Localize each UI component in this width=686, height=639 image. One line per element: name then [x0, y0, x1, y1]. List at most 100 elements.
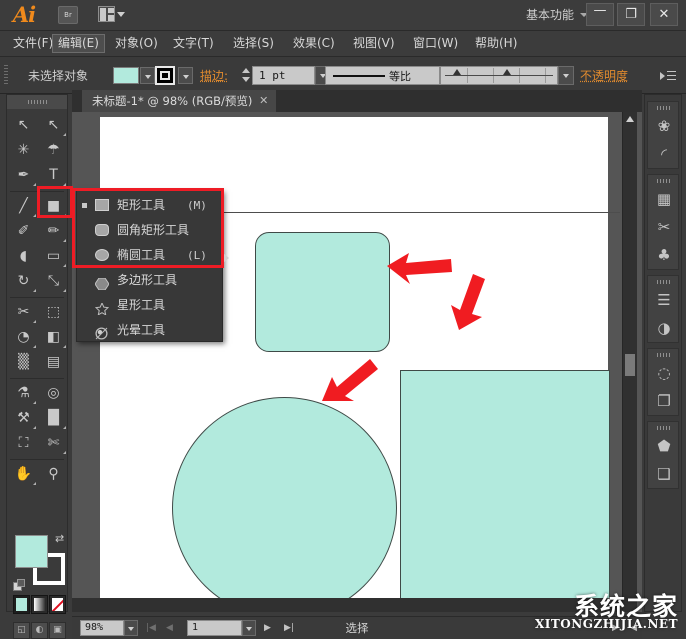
maximize-button[interactable]: ❐ — [617, 3, 645, 26]
color-fill-button[interactable] — [13, 595, 30, 614]
canvas-area[interactable] — [72, 112, 642, 612]
tool-eyedropper-tool[interactable]: ⚗ — [9, 381, 38, 406]
dock-group-grip[interactable] — [657, 179, 672, 183]
brushes-panel-icon[interactable]: ✂ — [651, 214, 677, 240]
tools-panel-header[interactable] — [7, 95, 67, 109]
width-profile-select[interactable] — [440, 66, 558, 85]
tool-eraser-tool[interactable]: ▭ — [39, 244, 68, 269]
stroke-color-dropdown[interactable] — [178, 67, 193, 84]
status-collapse-icon[interactable]: ◀ — [630, 623, 637, 633]
draw-behind-button[interactable]: ◐ — [31, 622, 48, 639]
graphic-styles-panel-icon[interactable]: ❐ — [651, 388, 677, 414]
menu-item-2[interactable]: 对象(O) — [110, 34, 163, 53]
menu-item-8[interactable]: 帮助(H) — [470, 34, 522, 53]
flyout-item-5[interactable]: 光晕工具 — [77, 318, 222, 343]
fill-indicator-swatch[interactable] — [15, 535, 48, 568]
dock-group-grip[interactable] — [657, 106, 672, 110]
prev-page-icon[interactable]: ◀ — [166, 623, 173, 633]
tool-slice-tool[interactable]: ✄ — [39, 431, 68, 456]
menu-item-0[interactable]: 文件(F) — [8, 34, 58, 53]
tool-shape-builder-tool[interactable]: ◔ — [9, 325, 38, 350]
tool-paintbrush-tool[interactable]: ✐ — [9, 219, 38, 244]
vertical-scrollbar[interactable] — [622, 112, 637, 612]
stroke-profile-select[interactable]: 等比 — [325, 66, 440, 85]
tool-blob-brush-tool[interactable]: ◖ — [9, 244, 38, 269]
stroke-color-swatch[interactable] — [155, 66, 175, 85]
tool-direct-selection-tool[interactable]: ↖ — [39, 113, 68, 138]
page-dropdown[interactable] — [242, 620, 256, 636]
menu-item-6[interactable]: 视图(V) — [348, 34, 400, 53]
none-fill-button[interactable] — [49, 595, 66, 614]
vertical-scroll-thumb[interactable] — [625, 354, 635, 376]
width-profile-dropdown[interactable] — [558, 66, 574, 85]
scroll-up-icon[interactable] — [626, 116, 634, 122]
menu-item-3[interactable]: 文字(T) — [168, 34, 219, 53]
menu-item-7[interactable]: 窗口(W) — [408, 34, 463, 53]
tool-zoom-tool[interactable]: ⚲ — [39, 462, 68, 487]
shape-circle[interactable] — [172, 397, 397, 612]
arrange-documents-button[interactable] — [98, 6, 125, 24]
bridge-button[interactable]: Br — [58, 6, 78, 24]
flyout-item-3[interactable]: 多边形工具 — [77, 268, 222, 293]
control-bar-grip[interactable] — [4, 65, 8, 85]
tool-free-transform-tool[interactable]: ⬚ — [39, 300, 68, 325]
draw-normal-button[interactable]: ◱ — [13, 622, 30, 639]
fill-color-swatch[interactable] — [113, 67, 139, 84]
control-panel-menu-icon[interactable] — [660, 70, 676, 81]
tool-pencil-tool[interactable]: ✏ — [39, 219, 68, 244]
swap-fill-stroke-icon[interactable]: ⇄ — [55, 532, 64, 545]
tool-pen-tool[interactable]: ✒ — [9, 163, 38, 188]
next-page-icon[interactable]: ▶ — [264, 623, 271, 633]
gradient-fill-button[interactable] — [31, 595, 48, 614]
document-tab[interactable]: 未标题-1* @ 98% (RGB/预览) ✕ — [82, 90, 277, 112]
dock-group-grip[interactable] — [657, 353, 672, 357]
tool-hand-tool[interactable]: ✋ — [9, 462, 38, 487]
tool-column-graph-tool[interactable]: █ — [39, 406, 68, 431]
horizontal-scrollbar[interactable] — [72, 598, 622, 612]
page-number-input[interactable]: 1 — [187, 620, 242, 636]
transparency-panel-icon[interactable]: ◑ — [651, 315, 677, 341]
stroke-weight-input[interactable]: 1 pt — [252, 66, 315, 85]
stroke-weight-stepper[interactable] — [240, 66, 251, 85]
first-page-icon[interactable]: |◀ — [146, 623, 156, 633]
stroke-panel-icon[interactable]: ◌ — [651, 360, 677, 386]
tool-type-tool[interactable]: T — [39, 163, 68, 188]
tool-blend-tool[interactable]: ◎ — [39, 381, 68, 406]
tool-lasso-tool[interactable]: ☂ — [39, 138, 68, 163]
close-button[interactable]: ✕ — [650, 3, 678, 26]
tool-width-tool[interactable]: ✂ — [9, 300, 38, 325]
gradient-panel-icon[interactable]: ◜ — [651, 141, 677, 167]
opacity-label[interactable]: 不透明度 — [580, 67, 628, 84]
tool-artboard-tool[interactable]: ⛶ — [9, 431, 38, 456]
tool-perspective-grid-tool[interactable]: ◧ — [39, 325, 68, 350]
tool-selection-tool[interactable]: ↖ — [9, 113, 38, 138]
menu-item-1[interactable]: 编辑(E) — [52, 34, 105, 53]
close-icon[interactable]: ✕ — [259, 90, 268, 112]
tool-mesh-tool[interactable]: ▒ — [9, 350, 38, 375]
default-fill-stroke-icon[interactable] — [13, 579, 26, 592]
artboards-panel-icon[interactable]: ❑ — [651, 461, 677, 487]
draw-inside-button[interactable]: ▣ — [49, 622, 66, 639]
tool-rotate-tool[interactable]: ↻ — [9, 269, 38, 294]
tool-gradient-tool[interactable]: ▤ — [39, 350, 68, 375]
dock-group-grip[interactable] — [657, 280, 672, 284]
shape-rect[interactable] — [400, 370, 610, 612]
status-expand-icon[interactable]: ▶ — [612, 623, 619, 633]
stroke-label[interactable]: 描边: — [200, 67, 228, 84]
shape-rounded-rect[interactable] — [255, 232, 390, 352]
fill-color-dropdown[interactable] — [140, 67, 155, 84]
layers-panel-icon[interactable]: ⬟ — [651, 433, 677, 459]
tool-line-segment-tool[interactable]: ╱ — [9, 194, 38, 219]
dock-group-grip[interactable] — [657, 426, 672, 430]
tool-magic-wand-tool[interactable]: ✳ — [9, 138, 38, 163]
symbols-panel-icon[interactable]: ♣ — [651, 242, 677, 268]
align-panel-icon[interactable]: ☰ — [651, 287, 677, 313]
last-page-icon[interactable]: ▶| — [284, 623, 294, 633]
zoom-level-input[interactable]: 98% — [80, 620, 124, 636]
minimize-button[interactable]: — — [586, 3, 614, 26]
swatches-panel-icon[interactable]: ▦ — [651, 186, 677, 212]
tool-scale-tool[interactable]: ⤡ — [39, 269, 68, 294]
workspace-switcher[interactable]: 基本功能 — [526, 0, 574, 30]
tool-symbol-sprayer-tool[interactable]: ⚒ — [9, 406, 38, 431]
menu-item-5[interactable]: 效果(C) — [288, 34, 340, 53]
